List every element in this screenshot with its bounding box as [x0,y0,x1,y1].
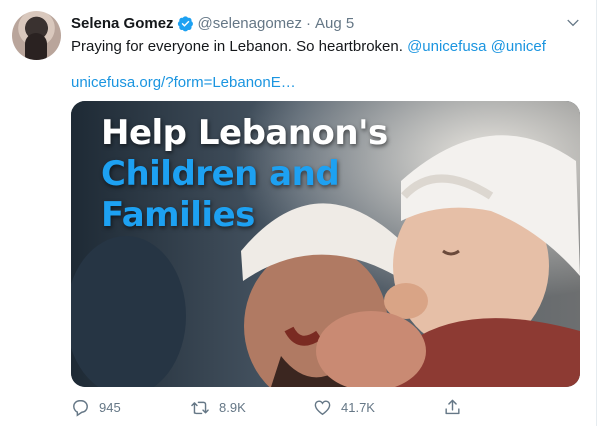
avatar[interactable] [12,11,61,60]
verified-badge-icon [177,15,194,32]
media-card[interactable]: Help Lebanon's Children and Families [71,101,580,387]
like-button[interactable]: 41.7K [313,398,375,417]
reply-icon [73,399,88,417]
tweet-actions: 945 8.9K 41.7K [71,397,491,417]
mention-unicef[interactable]: @unicef [491,38,546,55]
share-icon [445,399,460,414]
card-heading: Help Lebanon's Children and Families [101,113,388,236]
tweet-text: Praying for everyone in Lebanon. So hear… [71,37,581,57]
card-heading-line2: Children and [101,154,340,194]
retweet-icon [191,401,209,414]
user-name[interactable]: Selena Gomez [71,15,174,32]
tweet[interactable]: Selena Gomez @selenagomez · Aug 5 Prayin… [0,0,597,426]
tweet-body: Praying for everyone in Lebanon. So hear… [71,38,408,55]
user-handle[interactable]: @selenagomez [198,15,302,32]
reply-count: 945 [99,399,121,415]
card-heading-line3: Families [101,195,255,235]
mention-unicefusa[interactable]: @unicefusa [407,38,486,55]
chevron-down-icon[interactable] [564,14,582,32]
separator-dot: · [306,14,311,32]
tweet-header: Selena Gomez @selenagomez · Aug 5 [71,12,580,34]
tweet-date[interactable]: Aug 5 [315,15,354,32]
like-icon [314,399,331,415]
share-button[interactable] [443,398,471,417]
tweet-link[interactable]: unicefusa.org/?form=LebanonE… [71,73,296,93]
retweet-count: 8.9K [219,399,246,415]
card-heading-line1: Help Lebanon's [101,113,388,153]
like-count: 41.7K [341,399,375,415]
retweet-button[interactable]: 8.9K [190,398,246,417]
reply-button[interactable]: 945 [71,398,121,417]
